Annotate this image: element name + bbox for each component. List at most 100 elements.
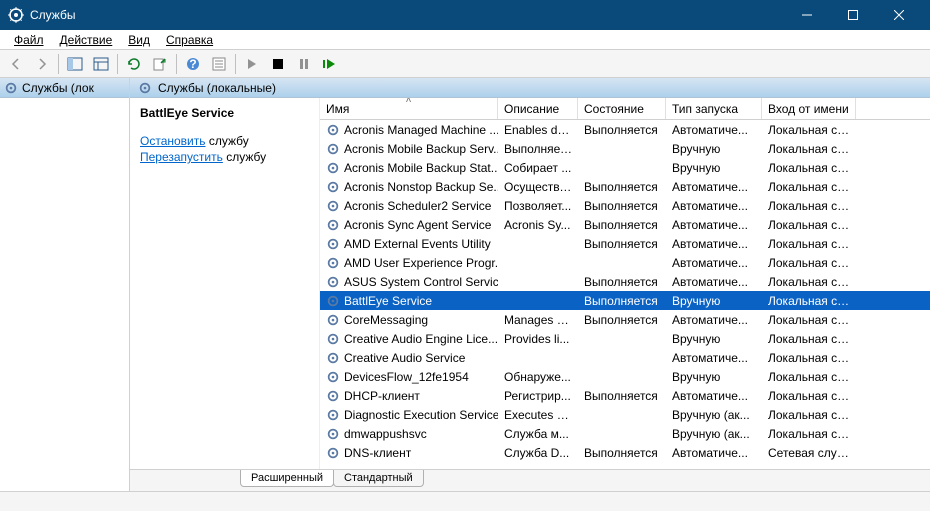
menu-help[interactable]: Справка (158, 31, 221, 49)
gear-icon (326, 389, 340, 403)
table-row[interactable]: BattlEye ServiceВыполняетсяВручнуюЛокаль… (320, 291, 930, 310)
tab-bar: Расширенный Стандартный (130, 469, 930, 491)
table-row[interactable]: Acronis Sync Agent ServiceAcronis Sy...В… (320, 215, 930, 234)
service-description: Осуществл... (498, 180, 578, 194)
service-name: Acronis Managed Machine ... (344, 123, 498, 137)
service-name: Acronis Sync Agent Service (344, 218, 491, 232)
toolbar-separator (176, 54, 177, 74)
start-service-button[interactable] (240, 52, 264, 76)
services-app-icon (8, 7, 24, 23)
table-row[interactable]: Creative Audio Service Автоматиче...Локал… (320, 348, 930, 367)
status-bar (0, 491, 930, 511)
service-name: AMD User Experience Progr... (344, 256, 498, 270)
service-logon: Сетевая служба (762, 446, 856, 460)
table-row[interactable]: dmwappushsvcСлужба м...Вручную (ак...Лок… (320, 424, 930, 443)
table-row[interactable]: CoreMessagingManages c...ВыполняетсяАвто… (320, 310, 930, 329)
column-description[interactable]: Описание (498, 98, 578, 119)
column-logon[interactable]: Вход от имени (762, 98, 856, 119)
service-start-type: Автоматиче... (666, 351, 762, 365)
gear-icon (326, 370, 340, 384)
service-state: Выполняется (578, 446, 666, 460)
details-button[interactable] (89, 52, 113, 76)
column-name[interactable]: Имя (320, 98, 498, 119)
stop-service-link[interactable]: Остановить (140, 134, 206, 148)
table-row[interactable]: DNS-клиентСлужба D...ВыполняетсяАвтомати… (320, 443, 930, 462)
service-start-type: Автоматиче... (666, 313, 762, 327)
restart-service-line: Перезапустить службу (140, 150, 309, 164)
back-button[interactable] (4, 52, 28, 76)
properties-button[interactable] (207, 52, 231, 76)
table-row[interactable]: Acronis Mobile Backup Serv...Выполняет..… (320, 139, 930, 158)
maximize-button[interactable] (830, 0, 876, 30)
menubar: Файл Действие Вид Справка (0, 30, 930, 50)
tree-root[interactable]: Службы (лок (0, 78, 129, 98)
service-start-type: Автоматиче... (666, 256, 762, 270)
menu-action[interactable]: Действие (52, 31, 121, 49)
table-row[interactable]: DevicesFlow_12fe1954Обнаруже...ВручнуюЛо… (320, 367, 930, 386)
service-logon: Локальная слу... (762, 389, 856, 403)
list-header: Имя Описание Состояние Тип запуска Вход … (320, 98, 930, 120)
service-description: Позволяет... (498, 199, 578, 213)
toolbar-separator (117, 54, 118, 74)
gear-icon (326, 446, 340, 460)
forward-button[interactable] (30, 52, 54, 76)
table-row[interactable]: Acronis Nonstop Backup Se...Осуществл...… (320, 177, 930, 196)
gear-icon (326, 313, 340, 327)
help-button[interactable]: ? (181, 52, 205, 76)
menu-view[interactable]: Вид (120, 31, 158, 49)
menu-file[interactable]: Файл (6, 31, 52, 49)
service-state: Выполняется (578, 389, 666, 403)
service-description: Собирает ... (498, 161, 578, 175)
service-name: BattlEye Service (344, 294, 432, 308)
table-row[interactable]: AMD External Events UtilityВыполняетсяАв… (320, 234, 930, 253)
service-logon: Локальная сис... (762, 161, 856, 175)
table-row[interactable]: ASUS System Control ServiceВыполняетсяАв… (320, 272, 930, 291)
service-description: Регистрир... (498, 389, 578, 403)
service-state: Выполняется (578, 313, 666, 327)
column-start-type[interactable]: Тип запуска (666, 98, 762, 119)
titlebar: Службы (0, 0, 930, 30)
service-name: AMD External Events Utility (344, 237, 491, 251)
service-name: Diagnostic Execution Service (344, 408, 498, 422)
tab-extended[interactable]: Расширенный (240, 470, 334, 487)
service-start-type: Вручную (ак... (666, 427, 762, 441)
restart-service-button[interactable] (318, 52, 342, 76)
toolbar-separator (58, 54, 59, 74)
service-description: Обнаруже... (498, 370, 578, 384)
svg-text:?: ? (189, 57, 196, 71)
stop-service-line: Остановить службу (140, 134, 309, 148)
service-start-type: Вручную (666, 370, 762, 384)
service-state: Выполняется (578, 123, 666, 137)
service-logon: Локальная сис... (762, 218, 856, 232)
export-button[interactable] (148, 52, 172, 76)
minimize-button[interactable] (784, 0, 830, 30)
stop-service-button[interactable] (266, 52, 290, 76)
tab-standard[interactable]: Стандартный (333, 470, 424, 487)
service-name: Creative Audio Service (344, 351, 465, 365)
pause-service-button[interactable] (292, 52, 316, 76)
gear-icon (326, 142, 340, 156)
table-row[interactable]: Creative Audio Engine Lice...Provides li… (320, 329, 930, 348)
service-name: Acronis Mobile Backup Serv... (344, 142, 498, 156)
column-state[interactable]: Состояние (578, 98, 666, 119)
gear-icon (326, 427, 340, 441)
list-body[interactable]: Acronis Managed Machine ...Enables da...… (320, 120, 930, 469)
restart-service-link[interactable]: Перезапустить (140, 150, 223, 164)
service-logon: Локальная сис... (762, 351, 856, 365)
service-name: Acronis Mobile Backup Stat... (344, 161, 498, 175)
service-start-type: Вручную (666, 332, 762, 346)
service-start-type: Вручную (666, 142, 762, 156)
service-state: Выполняется (578, 294, 666, 308)
table-row[interactable]: Acronis Scheduler2 ServiceПозволяет...Вы… (320, 196, 930, 215)
table-row[interactable]: AMD User Experience Progr... Автоматиче..… (320, 253, 930, 272)
refresh-button[interactable] (122, 52, 146, 76)
table-row[interactable]: Diagnostic Execution ServiceExecutes di.… (320, 405, 930, 424)
service-start-type: Вручную (666, 161, 762, 175)
table-row[interactable]: DHCP-клиентРегистрир...ВыполняетсяАвтома… (320, 386, 930, 405)
close-button[interactable] (876, 0, 922, 30)
service-name: Creative Audio Engine Lice... (344, 332, 498, 346)
table-row[interactable]: Acronis Managed Machine ...Enables da...… (320, 120, 930, 139)
service-logon: Локальная сис... (762, 408, 856, 422)
show-hide-tree-button[interactable] (63, 52, 87, 76)
table-row[interactable]: Acronis Mobile Backup Stat...Собирает ..… (320, 158, 930, 177)
